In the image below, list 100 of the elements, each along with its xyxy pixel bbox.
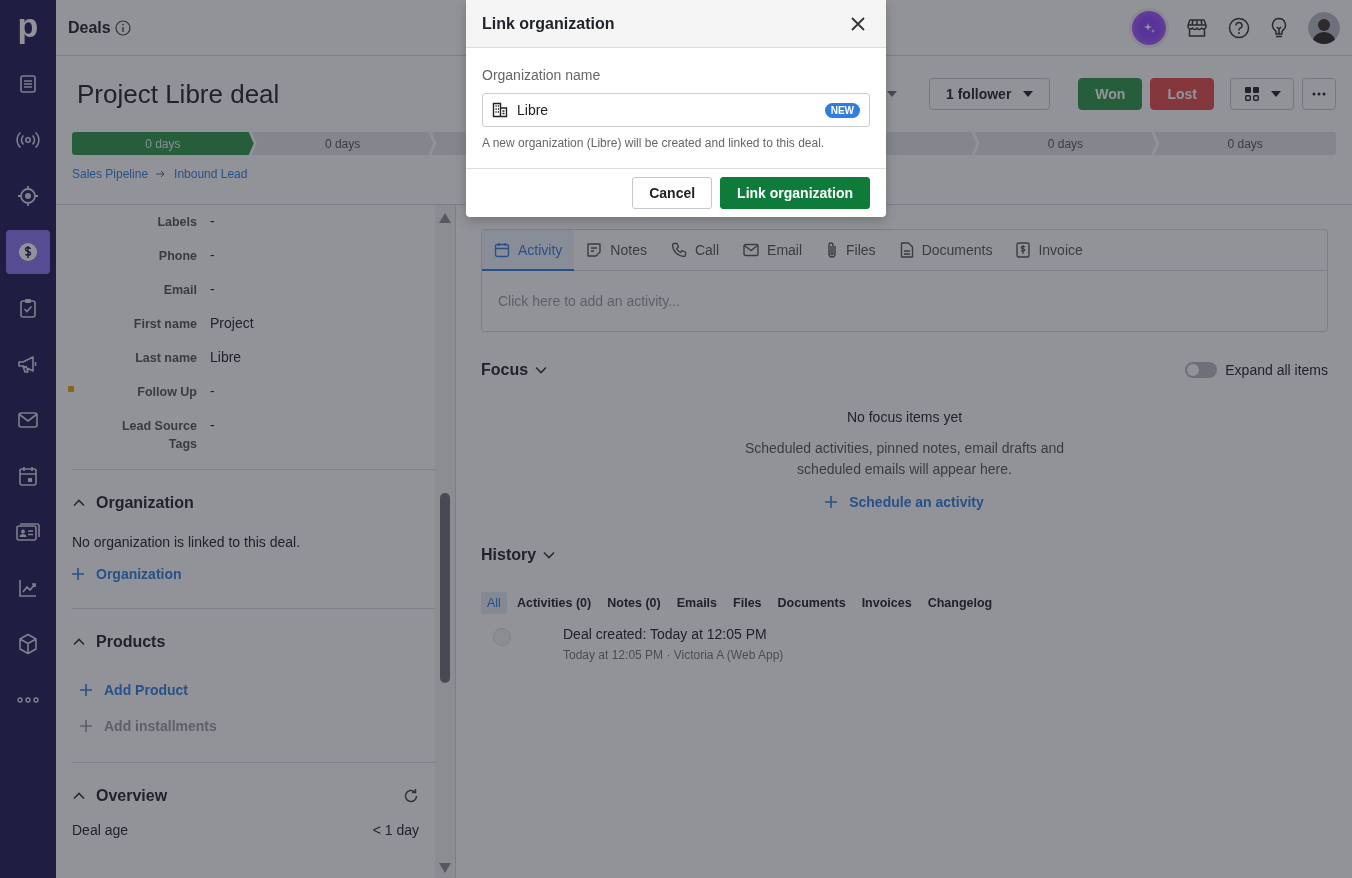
toggle-switch[interactable] xyxy=(1185,362,1218,378)
broadcast-icon xyxy=(16,130,40,150)
invoice-icon xyxy=(1016,241,1031,258)
user-avatar[interactable] xyxy=(1308,11,1340,44)
close-icon[interactable] xyxy=(851,16,865,31)
field-label: Organization name xyxy=(482,67,602,83)
line-chart-icon xyxy=(18,578,38,598)
composer-tab[interactable]: Files xyxy=(814,230,888,271)
plus-icon xyxy=(72,568,84,580)
overview-value: < 1 day xyxy=(372,822,419,838)
new-badge: NEW xyxy=(824,102,860,118)
field-value[interactable]: - xyxy=(210,412,439,434)
caret-icon[interactable] xyxy=(887,91,897,97)
building-icon xyxy=(492,102,508,118)
caret-icon xyxy=(1023,91,1034,97)
field-value[interactable]: Project xyxy=(210,310,439,332)
pipeline-stage[interactable]: 0 days xyxy=(974,132,1157,155)
event-meta: Today at 12:05 PM · Victoria A (Web App) xyxy=(563,648,784,662)
scrollbar-thumb[interactable] xyxy=(440,493,450,683)
paperclip-icon xyxy=(826,240,839,259)
add-organization-link[interactable]: Organization xyxy=(72,566,182,582)
field-value[interactable]: - xyxy=(210,242,439,264)
focus-heading[interactable]: Focus xyxy=(481,361,549,379)
organization-name-field[interactable]: Libre NEW xyxy=(482,93,870,127)
link-organization-button[interactable]: Link organization xyxy=(720,177,870,209)
schedule-activity-link[interactable]: Schedule an activity xyxy=(825,494,984,510)
field-value[interactable]: - xyxy=(210,378,439,400)
history-filter[interactable]: Files xyxy=(727,592,768,614)
composer-tab[interactable]: Call xyxy=(658,230,732,271)
breadcrumb-link[interactable]: Sales Pipeline xyxy=(72,167,149,181)
app-logo[interactable]: p xyxy=(0,0,56,56)
target-icon xyxy=(17,185,39,207)
scrollbar[interactable] xyxy=(435,205,455,878)
info-icon[interactable] xyxy=(114,19,131,36)
mail-icon xyxy=(17,411,39,429)
history-filter[interactable]: Activities (0) xyxy=(510,592,598,614)
plus-icon xyxy=(80,684,92,696)
mail-icon xyxy=(743,242,760,257)
overview-label: Deal age xyxy=(72,822,129,838)
calendar-icon xyxy=(18,466,38,486)
history-filter[interactable]: Emails xyxy=(670,592,724,614)
history-filter[interactable]: Changelog xyxy=(921,592,999,614)
section-title: Overview xyxy=(96,787,168,805)
help-icon[interactable] xyxy=(1228,16,1250,39)
composer-tab[interactable]: Invoice xyxy=(1004,230,1095,271)
view-toggle-button[interactable] xyxy=(1230,78,1294,110)
scroll-down-icon[interactable] xyxy=(439,863,451,873)
nav-item[interactable] xyxy=(6,230,50,274)
contact-card-icon xyxy=(16,522,40,542)
scroll-up-icon[interactable] xyxy=(439,213,451,223)
dialog-title: Link organization xyxy=(482,14,615,33)
grid-icon xyxy=(1245,87,1259,101)
event-title: Deal created: Today at 12:05 PM xyxy=(563,626,768,642)
field-label: Email xyxy=(163,282,197,299)
pipeline-stage[interactable]: 0 days xyxy=(251,132,434,155)
more-icon xyxy=(17,697,39,703)
pipeline-stage[interactable]: 0 days xyxy=(1154,132,1336,155)
sparkle-button[interactable] xyxy=(1132,10,1166,45)
field-value[interactable]: Libre xyxy=(210,344,439,366)
note-icon xyxy=(586,241,603,258)
store-icon[interactable] xyxy=(1186,17,1208,38)
cancel-button[interactable]: Cancel xyxy=(632,177,713,209)
list-icon xyxy=(18,74,38,94)
add-link[interactable]: Add Product xyxy=(80,682,439,698)
caret-icon xyxy=(1271,91,1281,97)
field-label: Labels xyxy=(157,214,197,231)
field-label: First name xyxy=(133,316,197,333)
calendar-icon xyxy=(494,241,510,258)
history-heading[interactable]: History xyxy=(481,546,1328,564)
followers-button[interactable]: 1 follower xyxy=(929,78,1051,110)
section-title: Organization xyxy=(96,494,194,512)
dollar-icon xyxy=(18,242,38,262)
composer-tab[interactable]: Documents xyxy=(887,230,1005,271)
field-value[interactable]: - xyxy=(210,276,439,298)
field-label: Follow Up xyxy=(137,384,197,401)
clipboard-icon xyxy=(18,298,38,318)
section-title: Products xyxy=(96,633,166,651)
plus-icon xyxy=(80,720,92,732)
empty-message: No organization is linked to this deal. xyxy=(72,534,302,550)
arrow-right-icon xyxy=(156,170,167,178)
empty-title: No focus items yet xyxy=(846,409,963,425)
lost-button[interactable]: Lost xyxy=(1150,78,1214,110)
cube-icon xyxy=(18,633,38,655)
breadcrumb-link[interactable]: Inbound Lead xyxy=(174,167,248,181)
refresh-icon[interactable] xyxy=(403,788,419,804)
document-icon xyxy=(899,241,914,258)
field-label: Last name xyxy=(135,350,197,367)
history-filter[interactable]: Notes (0) xyxy=(601,592,667,614)
megaphone-icon xyxy=(17,354,39,374)
field-value[interactable]: - xyxy=(210,208,439,230)
history-filter[interactable]: Documents xyxy=(771,592,852,614)
composer-tab[interactable]: Notes xyxy=(574,230,659,271)
field-label: Phone xyxy=(158,248,197,265)
plus-icon xyxy=(825,496,838,508)
composer-tab[interactable]: Email xyxy=(731,230,815,271)
toggle-label: Expand all items xyxy=(1225,362,1328,378)
phone-icon xyxy=(670,241,687,258)
history-filter[interactable]: Invoices xyxy=(855,592,918,614)
page-title: Deals xyxy=(68,18,111,37)
lightbulb-icon[interactable] xyxy=(1270,16,1288,39)
